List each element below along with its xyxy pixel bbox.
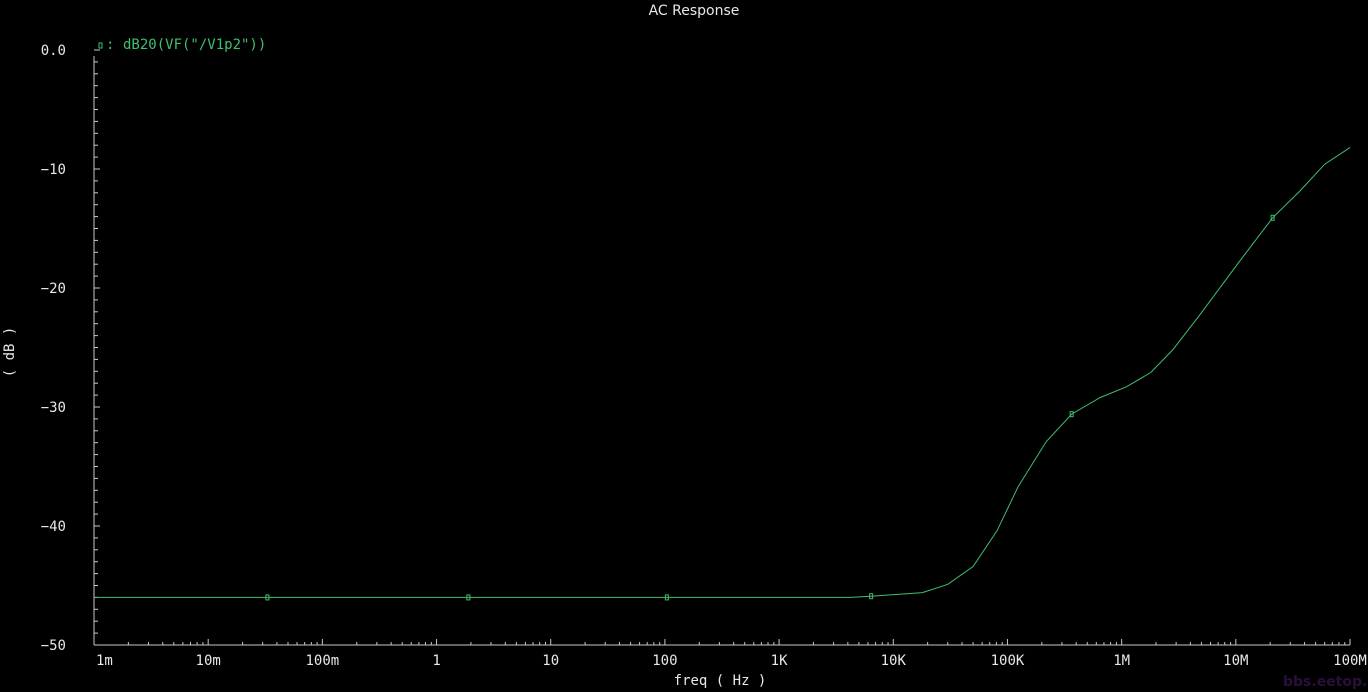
x-tick-label: 1M xyxy=(1113,653,1130,669)
x-tick-label: 100m xyxy=(306,653,340,669)
x-tick-label: 10 xyxy=(542,653,559,669)
y-tick-label: −30 xyxy=(41,400,66,416)
ac-response-chart: AC Response : dB20(VF("/V1p2")) ( dB ) f… xyxy=(2,3,1368,690)
watermark: bbs.eetop.cn xyxy=(1283,674,1368,690)
legend-marker-icon xyxy=(98,42,103,49)
legend-series-name: dB20(VF("/V1p2")) xyxy=(123,37,266,53)
y-axis-label: ( dB ) xyxy=(2,327,18,378)
x-tick-label: 1 xyxy=(432,653,440,669)
x-tick-label: 100 xyxy=(652,653,677,669)
x-tick-label: 1m xyxy=(96,653,113,669)
x-tick-label: 1K xyxy=(771,653,788,669)
x-tick-label: 10m xyxy=(196,653,221,669)
y-tick-label: 0.0 xyxy=(41,43,66,59)
legend-prefix: : xyxy=(106,37,114,53)
y-tick-label: −20 xyxy=(41,281,66,297)
x-axis-label: freq ( Hz ) xyxy=(674,673,767,689)
series-line xyxy=(94,147,1351,598)
y-tick-label: −40 xyxy=(41,519,66,535)
chart-title: AC Response xyxy=(649,3,740,19)
legend: : dB20(VF("/V1p2")) xyxy=(98,37,266,53)
y-tick-label: −10 xyxy=(41,162,66,178)
x-tick-label: 100K xyxy=(991,653,1025,669)
x-tick-label: 10K xyxy=(881,653,907,669)
y-tick-label: −50 xyxy=(41,638,66,654)
x-tick-label: 10M xyxy=(1223,653,1248,669)
x-tick-label: 100M xyxy=(1333,653,1367,669)
